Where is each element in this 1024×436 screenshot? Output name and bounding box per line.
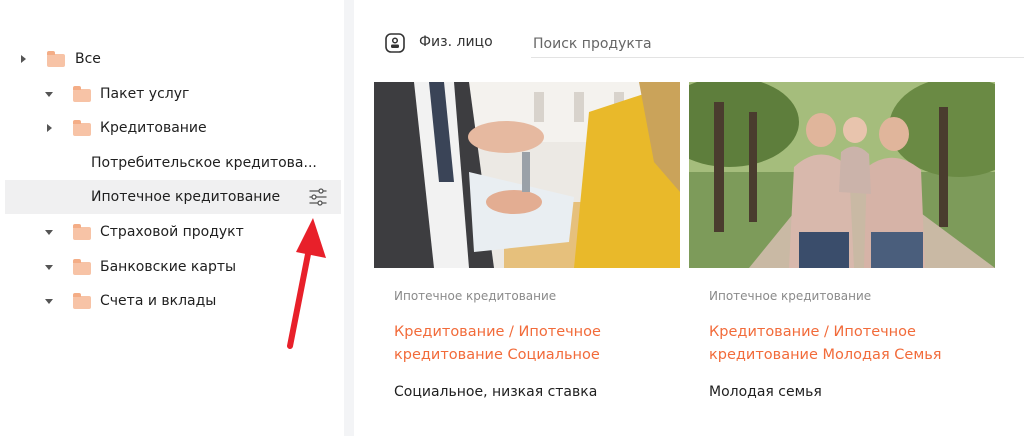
tree-item-label: Пакет услуг xyxy=(100,86,190,102)
product-card-young-family-mortgage[interactable]: Ипотечное кредитование Кредитование / Ип… xyxy=(689,82,995,422)
caret-right-icon[interactable] xyxy=(21,55,26,63)
card-title-link[interactable]: Кредитование / Ипотечное кредитование Со… xyxy=(394,321,674,367)
card-category: Ипотечное кредитование xyxy=(709,289,872,303)
sidebar-divider xyxy=(344,0,354,436)
product-tree-sidebar: Все Пакет услуг Кредитование Потребитель… xyxy=(0,0,344,436)
card-image-handing-keys xyxy=(374,82,680,268)
card-title-link[interactable]: Кредитование / Ипотечное кредитование Мо… xyxy=(709,321,989,367)
tree-item-lending[interactable]: Кредитование xyxy=(5,111,341,145)
folder-icon xyxy=(73,86,91,102)
card-description: Социальное, низкая ставка xyxy=(394,384,598,400)
folder-icon xyxy=(73,224,91,240)
folder-icon xyxy=(47,51,65,67)
settings-sliders-icon[interactable] xyxy=(308,188,328,206)
client-type-label[interactable]: Физ. лицо xyxy=(419,34,493,50)
annotation-arrow xyxy=(287,218,326,349)
caret-down-icon[interactable] xyxy=(45,299,53,304)
caret-right-icon[interactable] xyxy=(47,124,52,132)
card-image-young-family xyxy=(689,82,995,268)
tree-item-label: Страховой продукт xyxy=(100,224,244,240)
caret-down-icon[interactable] xyxy=(45,230,53,235)
card-description: Молодая семья xyxy=(709,384,822,400)
tree-item-label: Банковские карты xyxy=(100,259,237,275)
product-card-social-mortgage[interactable]: Ипотечное кредитование Кредитование / Ип… xyxy=(374,82,680,422)
tree-item-mortgage[interactable]: Ипотечное кредитование xyxy=(5,180,341,214)
tree-item-service-package[interactable]: Пакет услуг xyxy=(5,77,341,111)
tree-item-consumer-loans[interactable]: Потребительское кредитова... xyxy=(5,146,341,180)
tree-item-label: Ипотечное кредитование xyxy=(91,189,281,205)
tree-item-label: Счета и вклады xyxy=(100,293,217,309)
folder-icon xyxy=(73,293,91,309)
tree-item-label: Кредитование xyxy=(100,120,207,136)
tree-item-label: Все xyxy=(75,51,101,67)
folder-icon xyxy=(73,259,91,275)
caret-down-icon[interactable] xyxy=(45,265,53,270)
caret-down-icon[interactable] xyxy=(45,92,53,97)
card-category: Ипотечное кредитование xyxy=(394,289,557,303)
product-search-input[interactable] xyxy=(531,30,1024,58)
folder-icon xyxy=(73,120,91,136)
tree-item-all[interactable]: Все xyxy=(5,42,341,76)
tree-item-label: Потребительское кредитова... xyxy=(91,155,317,171)
person-badge-icon xyxy=(385,33,405,53)
